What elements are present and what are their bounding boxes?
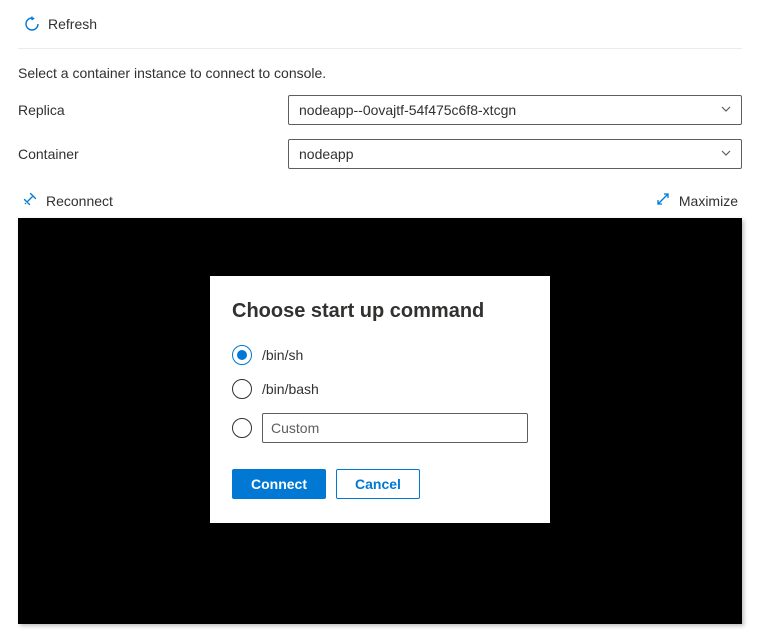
radio-option-bash[interactable]: /bin/bash (232, 379, 528, 399)
replica-select[interactable]: nodeapp--0ovajtf-54f475c6f8-xtcgn (288, 95, 742, 125)
container-label: Container (18, 146, 288, 162)
reconnect-icon (22, 191, 38, 210)
maximize-icon (655, 191, 671, 210)
reconnect-button[interactable]: Reconnect (18, 189, 117, 212)
terminal-area: Choose start up command /bin/sh /bin/bas… (18, 218, 742, 624)
refresh-icon (24, 16, 40, 32)
connect-button[interactable]: Connect (232, 469, 326, 499)
toolbar: Refresh (18, 8, 742, 49)
dialog-title: Choose start up command (232, 300, 528, 323)
radio-button-bash[interactable] (232, 379, 252, 399)
radio-option-sh[interactable]: /bin/sh (232, 345, 528, 365)
action-row: Reconnect Maximize (18, 189, 742, 212)
maximize-label: Maximize (679, 193, 738, 209)
startup-command-dialog: Choose start up command /bin/sh /bin/bas… (210, 276, 550, 523)
replica-select-value: nodeapp--0ovajtf-54f475c6f8-xtcgn (288, 95, 742, 125)
refresh-button[interactable]: Refresh (18, 12, 103, 36)
reconnect-label: Reconnect (46, 193, 113, 209)
radio-label-bash: /bin/bash (262, 381, 319, 397)
radio-button-sh[interactable] (232, 345, 252, 365)
radio-option-custom[interactable] (232, 413, 528, 443)
radio-button-custom[interactable] (232, 418, 252, 438)
replica-label: Replica (18, 102, 288, 118)
container-select-value: nodeapp (288, 139, 742, 169)
refresh-label: Refresh (48, 16, 97, 32)
custom-command-input[interactable] (262, 413, 528, 443)
container-row: Container nodeapp (18, 139, 742, 169)
page-root: Refresh Select a container instance to c… (0, 0, 760, 642)
maximize-button[interactable]: Maximize (651, 189, 742, 212)
dialog-buttons: Connect Cancel (232, 469, 528, 499)
container-select[interactable]: nodeapp (288, 139, 742, 169)
cancel-button[interactable]: Cancel (336, 469, 420, 499)
radio-label-sh: /bin/sh (262, 347, 303, 363)
replica-row: Replica nodeapp--0ovajtf-54f475c6f8-xtcg… (18, 95, 742, 125)
subtitle-text: Select a container instance to connect t… (18, 65, 742, 81)
